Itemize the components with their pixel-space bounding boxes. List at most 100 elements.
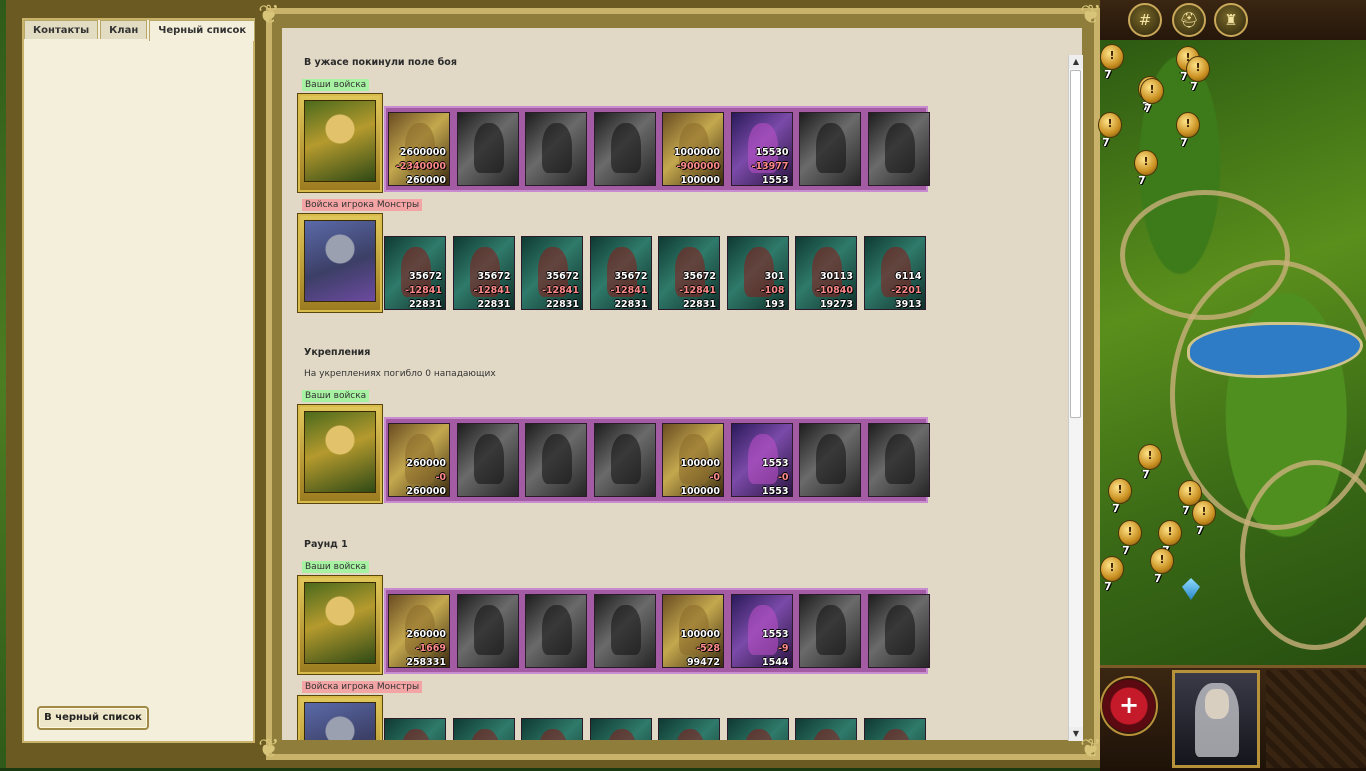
hero-portrait-elf[interactable] [298,405,382,503]
unit-losses: -0 [777,472,789,483]
mushroom-marker-icon[interactable]: ! [1100,556,1124,582]
unit-card[interactable] [525,594,587,668]
hero-portrait-monster[interactable] [298,214,382,312]
unit-card[interactable] [795,718,857,740]
unit-remaining: 258331 [406,657,446,668]
unit-card[interactable]: 15530 -13977 1553 [730,112,793,186]
unit-figure [816,605,846,655]
unit-figure [542,123,572,173]
unit-card[interactable] [799,112,861,186]
unit-count: 301 [764,271,785,282]
unit-card[interactable] [867,594,930,668]
unit-card[interactable] [593,112,656,186]
unit-bar: 35672 -12841 22831 35672 -12841 22831 35672 -12… [384,232,928,310]
unit-losses: -108 [760,285,785,296]
mushroom-marker-icon[interactable]: ! [1186,56,1210,82]
unit-card[interactable] [593,594,656,668]
unit-losses: -1669 [415,643,446,654]
marker-count: 7 [1104,580,1112,593]
marker-count: 7 [1190,80,1198,93]
player-portrait[interactable] [1172,670,1260,768]
mushroom-marker-icon[interactable]: ! [1140,78,1164,104]
unit-card[interactable] [456,594,519,668]
unit-card[interactable]: 260000 -0 260000 [388,423,450,497]
unit-card[interactable] [521,718,583,740]
helmet-icon[interactable]: ⛑ [1172,3,1206,37]
unit-card[interactable]: 6114 -2201 3913 [863,236,926,310]
mushroom-marker-icon[interactable]: ! [1176,112,1200,138]
hero-portrait-monster[interactable] [298,696,382,740]
unit-card[interactable] [658,718,720,740]
unit-remaining: 100000 [680,486,720,497]
castle-icon[interactable]: ♜ [1214,3,1248,37]
scroll-thumb[interactable] [1070,70,1081,418]
hero-portrait-elf[interactable] [298,94,382,192]
unit-card[interactable]: 35672 -12841 22831 [452,236,515,310]
unit-remaining: 22831 [682,299,716,310]
unit-card[interactable]: 30113 -10840 19273 [795,236,857,310]
enemy-troops-tag: Войска игрока Монстры [302,199,423,211]
unit-card[interactable] [867,112,930,186]
unit-count: 100000 [680,458,720,469]
tab-blacklist[interactable]: Черный список [149,20,256,41]
unit-card[interactable] [863,718,926,740]
unit-losses: -2340000 [395,161,446,172]
section-title-round1: Раунд 1 [304,539,348,550]
unit-card[interactable] [593,423,656,497]
unit-card[interactable]: 35672 -12841 22831 [658,236,720,310]
unit-card[interactable] [384,718,446,740]
tab-clan[interactable]: Клан [100,20,148,39]
marker-count: 7 [1138,174,1146,187]
unit-card[interactable]: 2600000 -2340000 260000 [388,112,450,186]
add-to-blacklist-button[interactable]: В черный список [37,706,149,730]
portrait-face [1205,689,1229,719]
unit-card[interactable]: 100000 -0 100000 [662,423,724,497]
unit-figure [610,123,641,173]
unit-card[interactable]: 260000 -1669 258331 [388,594,450,668]
unit-card[interactable] [589,718,652,740]
unit-card[interactable] [799,423,861,497]
unit-bar [384,714,928,740]
unit-card[interactable]: 35672 -12841 22831 [384,236,446,310]
unit-card[interactable] [799,594,861,668]
marker-count: 7 [1142,468,1150,481]
unit-figure [473,434,504,484]
your-troops-tag: Ваши войска [302,390,370,402]
settings-icon[interactable]: # [1128,3,1162,37]
report-scrollbar[interactable]: ▲ ▼ [1068,55,1083,741]
scroll-down-arrow-icon[interactable]: ▼ [1069,727,1083,741]
scroll-up-arrow-icon[interactable]: ▲ [1069,55,1083,69]
mushroom-marker-icon[interactable]: ! [1100,44,1124,70]
unit-card[interactable] [456,423,519,497]
unit-card[interactable] [525,423,587,497]
mushroom-marker-icon[interactable]: ! [1098,112,1122,138]
unit-card[interactable]: 1000000 -900000 100000 [662,112,724,186]
unit-card[interactable]: 35672 -12841 22831 [589,236,652,310]
mushroom-marker-icon[interactable]: ! [1108,478,1132,504]
mushroom-marker-icon[interactable]: ! [1134,150,1158,176]
corner-ornament-icon: ❦ [258,734,280,764]
your-troops-tag: Ваши войска [302,561,370,573]
unit-card[interactable]: 1553 -9 1544 [730,594,793,668]
heal-button-icon[interactable]: + [1100,676,1158,736]
unit-card[interactable]: 301 -108 193 [726,236,789,310]
unit-card[interactable] [452,718,515,740]
your-troops-tag: Ваши войска [302,79,370,91]
mushroom-marker-icon[interactable]: ! [1158,520,1182,546]
unit-card[interactable] [525,112,587,186]
unit-card[interactable]: 35672 -12841 22831 [521,236,583,310]
mushroom-marker-icon[interactable]: ! [1192,500,1216,526]
corner-ornament-icon: ❦ [1080,734,1102,764]
hero-portrait-elf[interactable] [298,576,382,674]
mushroom-marker-icon[interactable]: ! [1150,548,1174,574]
unit-figure [538,729,568,740]
mushroom-marker-icon[interactable]: ! [1138,444,1162,470]
unit-card[interactable] [867,423,930,497]
unit-card[interactable]: 100000 -528 99472 [662,594,724,668]
unit-card[interactable]: 1553 -0 1553 [730,423,793,497]
mushroom-marker-icon[interactable]: ! [1118,520,1142,546]
unit-count: 35672 [614,271,648,282]
unit-card[interactable] [456,112,519,186]
tab-contacts[interactable]: Контакты [24,20,99,39]
unit-card[interactable] [726,718,789,740]
